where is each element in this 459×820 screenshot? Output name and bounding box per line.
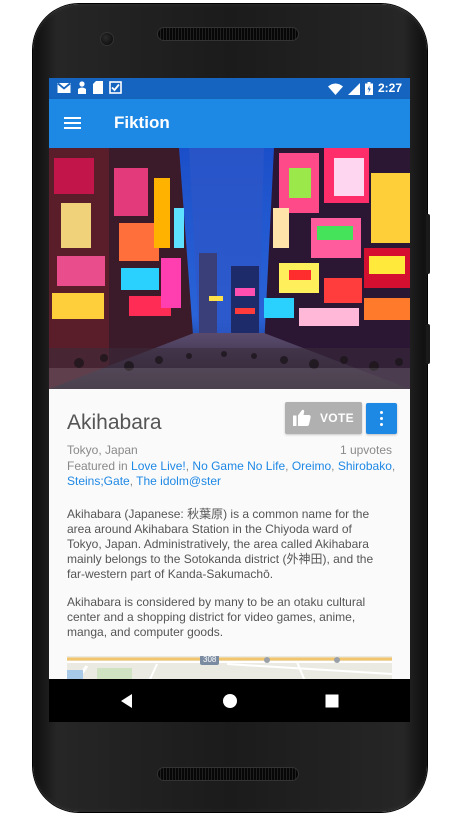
featured-prefix: Featured in bbox=[67, 459, 132, 473]
featured-link-love-live[interactable]: Love Live! bbox=[131, 459, 186, 473]
map-road-label: 308 bbox=[200, 656, 220, 665]
hero-image bbox=[49, 148, 410, 389]
vote-label: VOTE bbox=[320, 411, 354, 425]
more-options-button[interactable] bbox=[366, 403, 397, 434]
checkbox-icon bbox=[109, 81, 122, 94]
description-paragraph-1: Akihabara (Japanese: 秋葉原) is a common na… bbox=[67, 507, 374, 581]
featured-link-no-game-no-life[interactable]: No Game No Life bbox=[192, 459, 285, 473]
power-button bbox=[426, 324, 430, 364]
vote-button[interactable]: VOTE bbox=[285, 402, 362, 434]
navigation-bar bbox=[49, 679, 410, 722]
featured-link-oreimo[interactable]: Oreimo bbox=[292, 459, 331, 473]
screen: 2:27 Fiktion Akihabara VOTE Tokyo, Japan… bbox=[49, 78, 410, 722]
wifi-icon bbox=[327, 83, 343, 95]
description-paragraph-2: Akihabara is considered by many to be an… bbox=[67, 595, 366, 639]
bottom-speaker bbox=[158, 768, 298, 780]
home-icon[interactable] bbox=[219, 690, 241, 712]
app-bar: Fiktion bbox=[49, 99, 410, 148]
status-bar: 2:27 bbox=[49, 78, 410, 99]
person-icon bbox=[78, 81, 86, 94]
back-icon[interactable] bbox=[116, 690, 138, 712]
place-location: Tokyo, Japan bbox=[67, 443, 138, 457]
volume-button bbox=[426, 214, 430, 274]
front-camera bbox=[101, 33, 113, 45]
thumbs-up-icon bbox=[293, 409, 311, 426]
sd-card-icon bbox=[93, 81, 103, 94]
battery-icon bbox=[364, 82, 373, 95]
upvote-count: 1 upvotes bbox=[339, 443, 392, 457]
hamburger-menu-icon[interactable] bbox=[62, 113, 84, 133]
signal-icon bbox=[347, 82, 360, 95]
featured-link-shirobako[interactable]: Shirobako bbox=[338, 459, 392, 473]
place-card: Akihabara VOTE Tokyo, Japan 1 upvotes Fe… bbox=[49, 389, 410, 679]
featured-link-idolmaster[interactable]: The idolm@ster bbox=[136, 474, 221, 488]
tokyo-street-neon-photo bbox=[49, 148, 410, 389]
app-title: Fiktion bbox=[114, 113, 170, 132]
gmail-icon bbox=[57, 82, 71, 93]
featured-in: Featured in Love Live!, No Game No Life,… bbox=[67, 459, 396, 488]
recents-icon[interactable] bbox=[321, 690, 343, 712]
status-time: 2:27 bbox=[377, 81, 402, 95]
featured-link-steins-gate[interactable]: Steins;Gate bbox=[67, 474, 130, 488]
top-speaker bbox=[158, 28, 298, 40]
place-title: Akihabara bbox=[67, 411, 162, 434]
